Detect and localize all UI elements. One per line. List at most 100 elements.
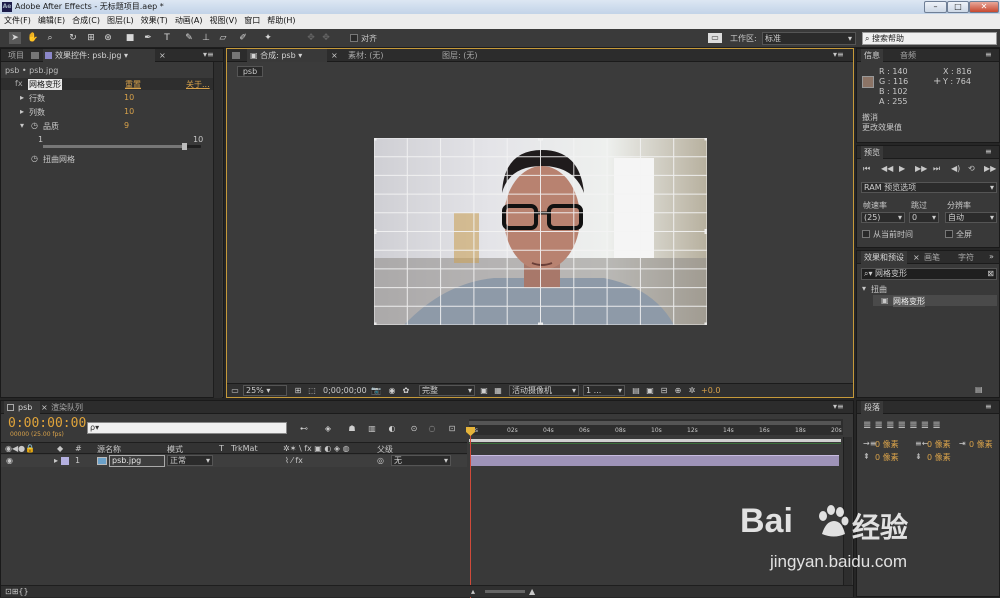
comp-lock-icon[interactable] (232, 52, 240, 59)
motion-blur-icon[interactable]: ◐ (387, 424, 397, 434)
skip-select[interactable]: 0 ▾ (909, 212, 939, 223)
cols-value[interactable]: 10 (124, 107, 134, 116)
comp-panel-menu-icon[interactable]: ▾≡ (833, 50, 844, 59)
clone-stamp-tool-icon[interactable]: ⊥ (200, 32, 212, 44)
current-time-indicator[interactable] (470, 429, 471, 598)
work-area-bar[interactable] (469, 439, 841, 442)
align-buttons-icon[interactable]: ≣ ≣ ≣ ≣ ≣ ≣ ≣ (863, 420, 941, 431)
tab-effects-presets[interactable]: 效果和预设 (861, 251, 907, 264)
comp-chip[interactable]: psb (237, 66, 263, 77)
pan-behind-tool-icon[interactable]: ⊛ (102, 32, 114, 44)
tab-project[interactable]: 项目 (5, 49, 27, 62)
quality-slider-thumb[interactable] (182, 143, 188, 150)
hand-tool-icon[interactable]: ✋ (27, 32, 39, 44)
resolution-select[interactable]: 完整 ▾ (419, 385, 475, 396)
menu-effect[interactable]: 效果(T) (137, 14, 171, 26)
new-folder-icon[interactable]: ▤ (975, 385, 983, 394)
region-icon[interactable]: ▣ (479, 386, 489, 396)
from-current-checkbox[interactable] (862, 230, 870, 238)
layer-handle[interactable] (374, 322, 377, 325)
layer-handle[interactable] (704, 138, 707, 141)
rotate-tool-icon[interactable]: ↻ (67, 32, 79, 44)
draft-3d-icon[interactable]: ◈ (323, 424, 333, 434)
camera-tool-icon[interactable]: ⊞ (85, 32, 97, 44)
menu-animation[interactable]: 动画(A) (171, 14, 206, 26)
space-after-value[interactable]: 0 像素 (927, 452, 951, 463)
timeline-search-input[interactable]: ρ▾ (87, 422, 287, 434)
timeline-menu-icon[interactable]: ▾≡ (833, 402, 844, 411)
layer-handle[interactable] (704, 229, 707, 234)
clear-search-icon[interactable]: ⊠ (987, 269, 994, 278)
exposure-value[interactable]: +0.0 (701, 386, 720, 395)
tab-brush[interactable]: 画笔 (921, 251, 943, 264)
lock-icon[interactable] (31, 52, 39, 59)
warp-stopwatch-icon[interactable]: ◷ (31, 154, 38, 163)
exposure-icon[interactable]: ✲ (687, 386, 697, 396)
effects-search-input[interactable]: ⌕▾ 网格变形 ⊠ (861, 268, 997, 280)
layer-handle[interactable] (704, 322, 707, 325)
left-scrollbar[interactable] (213, 62, 222, 398)
tab-timeline-psb[interactable]: psb (4, 401, 40, 414)
layer-expand-icon[interactable]: ▸ (54, 456, 58, 465)
timeline-zoom-slider[interactable] (485, 590, 525, 593)
maximize-button[interactable]: □ (947, 1, 969, 13)
cols-expand-icon[interactable]: ▸ (20, 107, 24, 116)
minimize-button[interactable]: – (924, 1, 947, 13)
time-navigator-bar[interactable] (469, 421, 841, 425)
ram-preview-icon[interactable]: ▶▶ (984, 164, 996, 173)
snapshot-icon[interactable]: 📷 (371, 386, 381, 396)
menu-file[interactable]: 文件(F) (0, 14, 34, 26)
workspace-select[interactable]: 标准 ▾ (762, 32, 856, 45)
menu-view[interactable]: 视图(V) (206, 14, 241, 26)
quality-value[interactable]: 9 (124, 121, 129, 130)
fullscreen-checkbox[interactable] (945, 230, 953, 238)
preview-menu-icon[interactable]: ≡ (985, 147, 992, 156)
time-ruler[interactable]: 0s02s04s06s08s10s12s14s16s18s20s (469, 427, 842, 439)
brainstorm-icon[interactable]: ⊙ (409, 424, 419, 434)
comp-close-icon[interactable]: × (331, 51, 338, 60)
quality-slider[interactable] (43, 143, 201, 150)
search-help-input[interactable]: ⌕ 搜索帮助 (862, 32, 997, 45)
visibility-icon[interactable]: ◉ (6, 456, 13, 465)
auto-keyframe-icon[interactable]: ⊡ (447, 424, 457, 434)
framerate-select[interactable]: (25) ▾ (861, 212, 905, 223)
flowchart-icon[interactable]: ⊕ (673, 386, 683, 396)
fx-icon[interactable]: fx (15, 79, 23, 88)
effects-menu-icon[interactable]: » (989, 252, 994, 261)
paragraph-menu-icon[interactable]: ≡ (985, 402, 992, 411)
timeline-timecode[interactable]: 0:00:00:00 (8, 416, 86, 431)
camera-select[interactable]: 活动摄像机 ▾ (509, 385, 579, 396)
reset-link[interactable]: 重置 (125, 79, 141, 90)
text-tool-icon[interactable]: T (161, 32, 173, 44)
effect-item-mesh-warp[interactable]: 网格变形 (893, 296, 925, 307)
zoom-out-icon[interactable]: ▴ (471, 587, 475, 596)
indent-right-value[interactable]: 0 像素 (927, 439, 951, 450)
parent-pickwhip-icon[interactable]: ◎ (377, 456, 384, 465)
source-name-header[interactable]: 源名称 (97, 444, 121, 455)
comp-mini-flowchart-icon[interactable]: ⊷ (297, 424, 311, 434)
close-button[interactable]: ✕ (969, 1, 999, 13)
layer-handle[interactable] (374, 138, 377, 141)
menu-window[interactable]: 窗口 (240, 14, 263, 26)
tab-info[interactable]: 信息 (861, 49, 883, 62)
zoom-tool-icon[interactable]: ⌕ (44, 32, 56, 44)
layer-handle[interactable] (538, 138, 543, 141)
roto-brush-tool-icon[interactable]: ✐ (237, 32, 249, 44)
effect-item-row[interactable]: ▣ 网格变形 (873, 295, 997, 307)
color-channel-icon[interactable]: ✿ (401, 386, 411, 396)
panel-menu-icon[interactable]: ▾≡ (203, 50, 214, 59)
tab-layer[interactable]: 图层: (无) (439, 49, 480, 62)
grid-icon[interactable]: ⊞ (293, 386, 303, 396)
fast-preview-icon[interactable]: ▣ (645, 386, 655, 396)
prev-frame-icon[interactable]: ◀◀ (881, 164, 893, 173)
ram-options-select[interactable]: RAM 预览选项 ▾ (861, 182, 997, 193)
shy-icon[interactable]: ☗ (347, 424, 357, 434)
info-menu-icon[interactable]: ≡ (985, 50, 992, 59)
graph-editor-icon[interactable]: ◌ (427, 424, 437, 434)
tab-character[interactable]: 字符 (955, 251, 977, 264)
views-select[interactable]: 1 ... ▾ (583, 385, 625, 396)
zoom-in-icon[interactable]: ▲ (529, 587, 535, 596)
indent-left-value[interactable]: 0 像素 (875, 439, 899, 450)
timeline-icon[interactable]: ⊟ (659, 386, 669, 396)
eraser-tool-icon[interactable]: ▱ (217, 32, 229, 44)
